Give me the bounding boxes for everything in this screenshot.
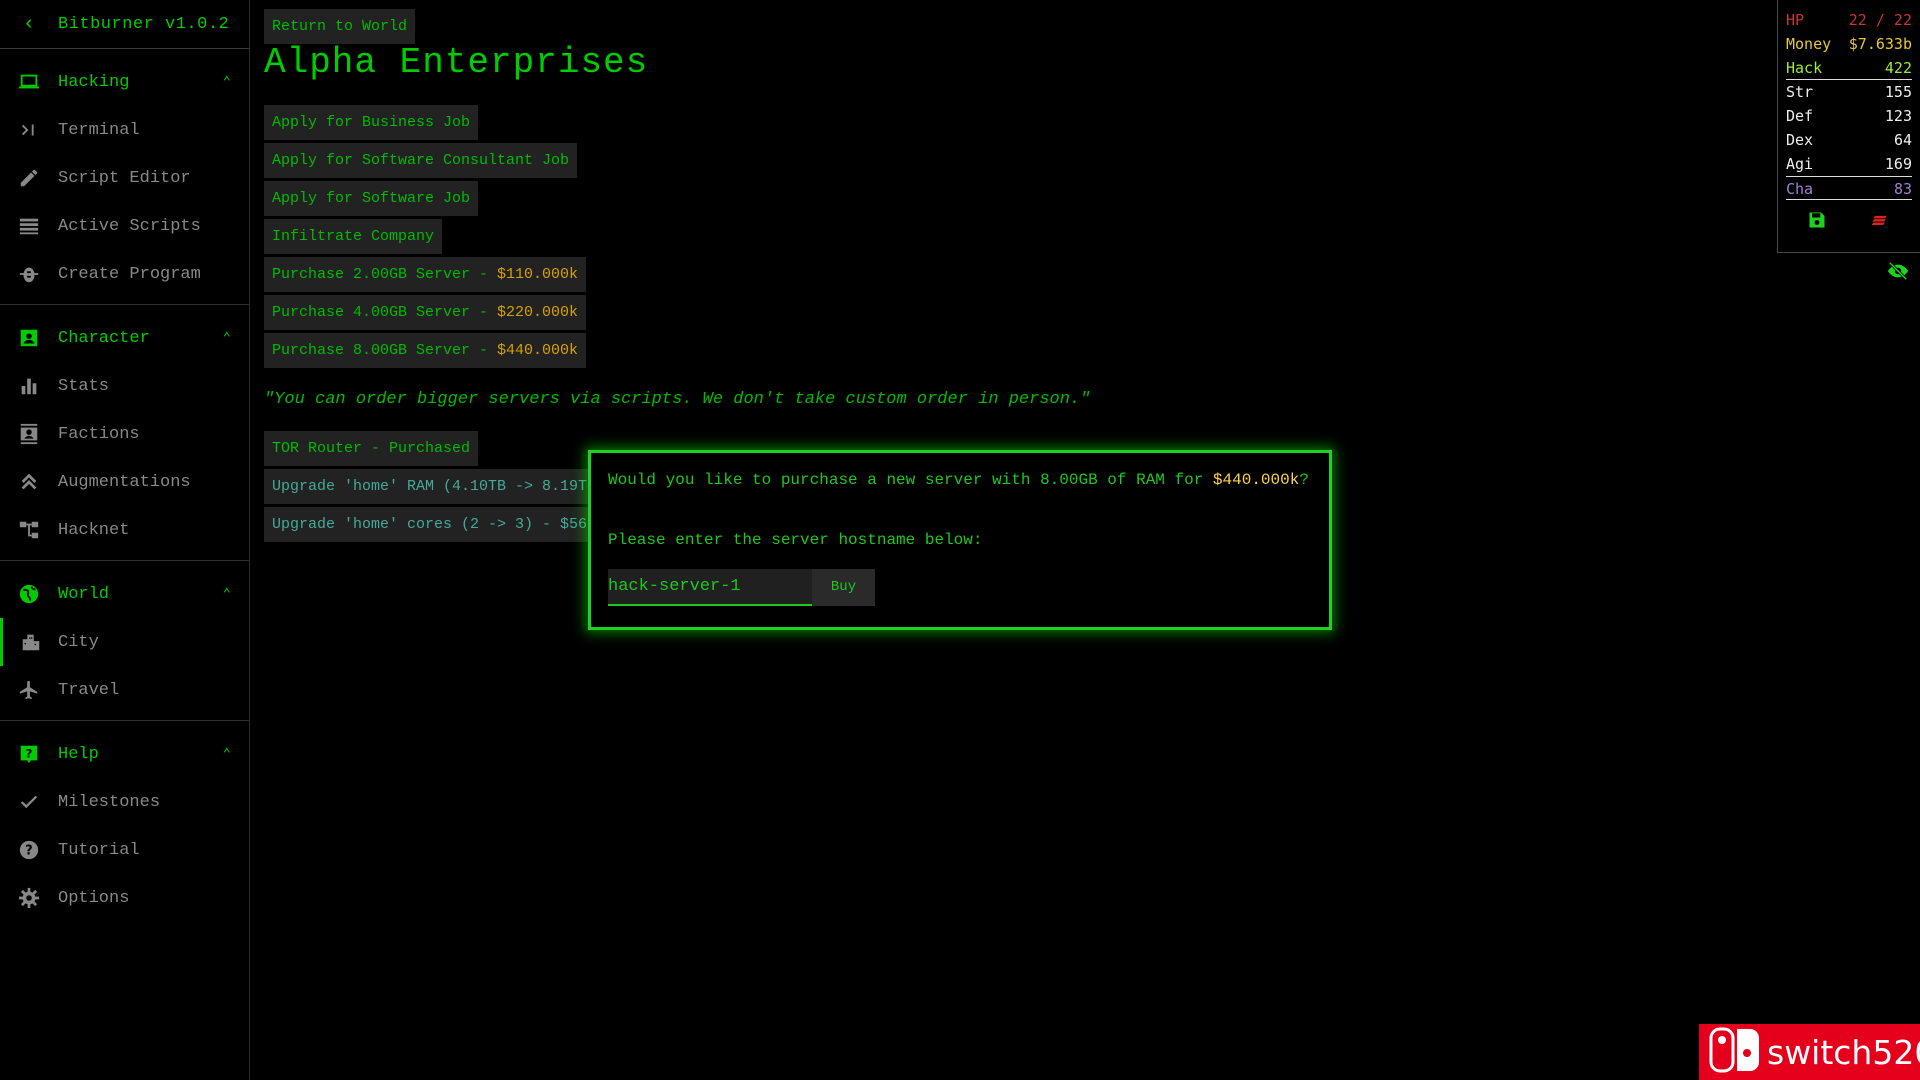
apply-business-job-button[interactable]: Apply for Business Job (264, 105, 479, 140)
divider (0, 560, 249, 561)
sidebar-group-help[interactable]: ? Help ⌃ (0, 730, 249, 778)
stat-hack: Hack 422 (1786, 56, 1912, 80)
stat-cha: Cha 83 (1786, 176, 1912, 200)
svg-text:?: ? (25, 844, 32, 859)
purchase-server-modal: Would you like to purchase a new server … (588, 450, 1332, 630)
stat-money: Money $7.633b (1786, 35, 1912, 53)
stat-str: Str 155 (1786, 83, 1912, 101)
purchase-8gb-server-button[interactable]: Purchase 8.00GB Server - $440.000k (264, 333, 587, 368)
price: $440.000k (497, 342, 579, 359)
hostname-input[interactable] (608, 569, 812, 606)
sidebar-group-character[interactable]: Character ⌃ (0, 314, 249, 362)
kill-scripts-icon[interactable] (1869, 210, 1891, 235)
apply-software-job-button[interactable]: Apply for Software Job (264, 181, 479, 216)
sidebar-item-travel[interactable]: Travel (0, 666, 249, 714)
globe-icon (0, 583, 58, 605)
page-title: Alpha Enterprises (264, 42, 649, 83)
watermark: switch520 (1699, 1024, 1920, 1080)
sidebar-item-tutorial[interactable]: ? Tutorial (0, 826, 249, 874)
tor-router-button[interactable]: TOR Router - Purchased (264, 431, 479, 466)
help-circle-icon: ? (0, 839, 58, 861)
sidebar: ‹ Bitburner v1.0.2 Hacking ⌃ Terminal Sc… (0, 0, 250, 1080)
sidebar-item-augmentations[interactable]: Augmentations (0, 458, 249, 506)
price: $220.000k (497, 304, 579, 321)
sidebar-item-active-scripts[interactable]: Active Scripts (0, 202, 249, 250)
sidebar-group-world[interactable]: World ⌃ (0, 570, 249, 618)
tree-icon (0, 519, 58, 541)
sidebar-header: ‹ Bitburner v1.0.2 (0, 0, 249, 49)
character-overview: HP 22 / 22 Money $7.633b Hack 422 Str 155 De… (1777, 0, 1920, 253)
chevron-up-icon[interactable]: ⌃ (223, 74, 231, 91)
sidebar-item-hacknet[interactable]: Hacknet (0, 506, 249, 554)
sidebar-group-hacking[interactable]: Hacking ⌃ (0, 58, 249, 106)
modal-question: Would you like to purchase a new server … (608, 471, 1309, 489)
apply-software-consultant-job-button[interactable]: Apply for Software Consultant Job (264, 143, 578, 178)
check-icon (0, 791, 58, 813)
infiltrate-company-button[interactable]: Infiltrate Company (264, 219, 443, 254)
stat-agi: Agi 169 (1786, 155, 1912, 173)
watermark-text: switch520 (1767, 1032, 1920, 1072)
account-box-icon (0, 327, 58, 349)
sidebar-item-stats[interactable]: Stats (0, 362, 249, 410)
list-icon (0, 215, 58, 237)
sidebar-item-city[interactable]: City (0, 618, 249, 666)
purchase-4gb-server-button[interactable]: Purchase 4.00GB Server - $220.000k (264, 295, 587, 330)
switch-logo-icon (1709, 1027, 1761, 1078)
sidebar-item-milestones[interactable]: Milestones (0, 778, 249, 826)
modal-prompt: Please enter the server hostname below: (608, 531, 983, 549)
buy-button[interactable]: Buy (812, 569, 875, 606)
city-icon (3, 631, 58, 653)
pencil-icon (0, 167, 58, 189)
svg-text:?: ? (26, 747, 33, 761)
collapse-sidebar-button[interactable]: ‹ (0, 13, 58, 36)
chevron-up-icon[interactable]: ⌃ (223, 586, 231, 603)
visibility-off-icon[interactable] (1886, 260, 1910, 287)
return-to-world-button[interactable]: Return to World (264, 9, 416, 44)
chevron-up-icon[interactable]: ⌃ (223, 746, 231, 763)
stat-def: Def 123 (1786, 107, 1912, 125)
app-title: Bitburner v1.0.2 (58, 14, 230, 34)
sidebar-item-options[interactable]: Options (0, 874, 249, 922)
laptop-icon (0, 71, 58, 93)
purchase-2gb-server-button[interactable]: Purchase 2.00GB Server - $110.000k (264, 257, 587, 292)
double-arrow-up-icon (0, 471, 58, 493)
price: $440.000k (1212, 471, 1300, 489)
chevron-up-icon[interactable]: ⌃ (223, 330, 231, 347)
contacts-icon (0, 423, 58, 445)
stat-dex: Dex 64 (1786, 131, 1912, 149)
airplane-icon (0, 679, 58, 701)
divider (0, 720, 249, 721)
company-actions: Apply for Business Job Apply for Softwar… (264, 105, 587, 371)
save-icon[interactable] (1807, 210, 1827, 235)
upgrade-home-cores-button[interactable]: Upgrade 'home' cores (2 -> 3) - $56.2 (264, 507, 614, 542)
company-quote: "You can order bigger servers via script… (264, 390, 1091, 409)
sidebar-item-terminal[interactable]: Terminal (0, 106, 249, 154)
sidebar-item-create-program[interactable]: Create Program (0, 250, 249, 298)
stat-hp: HP 22 / 22 (1786, 11, 1912, 29)
sidebar-item-factions[interactable]: Factions (0, 410, 249, 458)
price: $110.000k (497, 266, 579, 283)
help-box-icon: ? (0, 743, 58, 765)
divider (0, 304, 249, 305)
terminal-icon (0, 119, 58, 141)
bug-icon (0, 263, 58, 285)
bar-chart-icon (0, 375, 58, 397)
sidebar-item-script-editor[interactable]: Script Editor (0, 154, 249, 202)
gear-icon (0, 887, 58, 909)
